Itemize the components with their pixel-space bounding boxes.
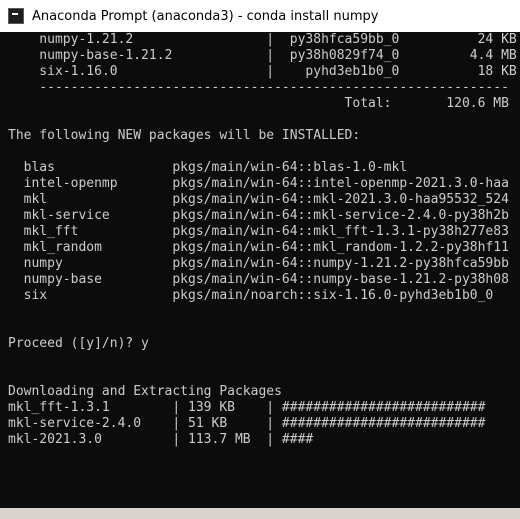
console-line-10: intel-openmp pkgs/main/win-64::intel-ope… — [8, 176, 509, 191]
console-line-7: The following NEW packages will be INSTA… — [8, 128, 361, 143]
console-line-5: Total: 120.6 MB — [8, 96, 509, 111]
console-line-20: Proceed ([y]/n)? y — [8, 336, 149, 351]
console-line-26: mkl-2021.3.0 | 113.7 MB | #### — [8, 432, 314, 447]
window-title: Anaconda Prompt (anaconda3) - conda inst… — [32, 8, 379, 24]
console-line-12: mkl-service pkgs/main/win-64::mkl-servic… — [8, 208, 509, 223]
console-line-23: Downloading and Extracting Packages — [8, 384, 282, 399]
console-line-25: mkl-service-2.4.0 | 51 KB | ############… — [8, 416, 486, 431]
console-line-11: mkl pkgs/main/win-64::mkl-2021.3.0-haa95… — [8, 192, 509, 207]
console-line-1: numpy-1.21.2 | py38hfca59bb_0 24 KB — [8, 32, 517, 47]
title-bar[interactable]: Anaconda Prompt (anaconda3) - conda inst… — [0, 0, 520, 32]
console-line-13: mkl_fft pkgs/main/win-64::mkl_fft-1.3.1-… — [8, 224, 509, 239]
console-line-9: blas pkgs/main/win-64::blas-1.0-mkl — [8, 160, 408, 175]
console-output[interactable]: numpy-1.21.2 | py38hfca59bb_0 24 KB nump… — [0, 32, 520, 519]
desktop-background-strip — [0, 508, 520, 519]
console-line-3: six-1.16.0 | pyhd3eb1b0_0 18 KB — [8, 64, 517, 79]
console-line-15: numpy pkgs/main/win-64::numpy-1.21.2-py3… — [8, 256, 509, 271]
console-line-24: mkl_fft-1.3.1 | 139 KB | ###############… — [8, 400, 486, 415]
console-line-2: numpy-base-1.21.2 | py38h0829f74_0 4.4 M… — [8, 48, 517, 63]
terminal-icon — [8, 8, 24, 24]
console-line-16: numpy-base pkgs/main/win-64::numpy-base-… — [8, 272, 509, 287]
anaconda-prompt-window: Anaconda Prompt (anaconda3) - conda inst… — [0, 0, 520, 519]
console-line-14: mkl_random pkgs/main/win-64::mkl_random-… — [8, 240, 509, 255]
console-line-4: ----------------------------------------… — [8, 80, 509, 95]
console-line-17: six pkgs/main/noarch::six-1.16.0-pyhd3eb… — [8, 288, 494, 303]
